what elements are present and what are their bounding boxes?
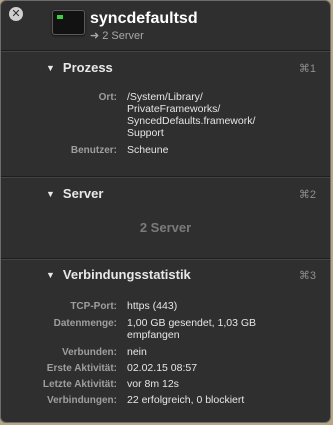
terminal-icon bbox=[52, 10, 85, 35]
connection-inspector-panel: ✕ syncdefaultsd ➜ 2 Server ▼ Prozess ⌘1 Or… bbox=[0, 0, 331, 423]
stat-value: vor 8m 12s bbox=[127, 378, 179, 390]
divider bbox=[1, 50, 330, 52]
ort-value-line: SyncedDefaults.framework/ bbox=[127, 115, 256, 127]
section-title: Verbindungsstatistik bbox=[62, 267, 191, 282]
arrow-right-icon: ➜ bbox=[90, 30, 100, 42]
stat-label: Letzte Aktivität: bbox=[42, 379, 117, 390]
shortcut-label: ⌘1 bbox=[298, 63, 316, 75]
shortcut-label: ⌘2 bbox=[298, 189, 316, 201]
section-header-prozess[interactable]: ▼ Prozess bbox=[46, 60, 113, 75]
server-placeholder: 2 Server bbox=[139, 220, 192, 235]
ort-label: Ort: bbox=[98, 92, 117, 103]
section-header-server[interactable]: ▼ Server bbox=[46, 186, 103, 201]
stat-value: nein bbox=[127, 346, 147, 358]
benutzer-label: Benutzer: bbox=[70, 145, 117, 156]
stat-value: 1,00 GB gesendet, 1,03 GB bbox=[127, 317, 257, 329]
divider bbox=[1, 258, 330, 260]
disclosure-triangle-icon[interactable]: ▼ bbox=[46, 63, 55, 73]
stat-label: Verbindungen: bbox=[47, 395, 117, 406]
ort-value-line: Support bbox=[127, 127, 164, 139]
stat-value-continued: empfangen bbox=[127, 329, 180, 341]
divider bbox=[1, 176, 330, 178]
stat-value: https (443) bbox=[127, 300, 178, 312]
disclosure-triangle-icon[interactable]: ▼ bbox=[46, 189, 55, 199]
ort-value-line: /System/Library/ bbox=[127, 91, 203, 103]
stat-value: 02.02.15 08:57 bbox=[127, 362, 198, 374]
section-title: Prozess bbox=[62, 60, 113, 75]
stat-label: Erste Aktivität: bbox=[46, 363, 117, 374]
section-title: Server bbox=[62, 186, 104, 201]
stat-label: TCP-Port: bbox=[70, 301, 117, 312]
ort-value-line: PrivateFrameworks/ bbox=[127, 103, 221, 115]
stat-label: Datenmenge: bbox=[53, 318, 117, 329]
stat-label: Verbunden: bbox=[61, 347, 117, 358]
shortcut-label: ⌘3 bbox=[298, 270, 316, 282]
close-icon[interactable]: ✕ bbox=[9, 7, 23, 21]
terminal-cursor bbox=[57, 15, 63, 19]
benutzer-value: Scheune bbox=[127, 144, 169, 156]
process-subtitle: ➜ 2 Server bbox=[90, 29, 144, 42]
subtitle-text: 2 Server bbox=[102, 30, 144, 42]
section-header-statistik[interactable]: ▼ Verbindungsstatistik bbox=[46, 267, 191, 282]
disclosure-triangle-icon[interactable]: ▼ bbox=[46, 270, 55, 280]
process-title: syncdefaultsd bbox=[90, 10, 198, 27]
stat-value: 22 erfolgreich, 0 blockiert bbox=[127, 394, 245, 406]
